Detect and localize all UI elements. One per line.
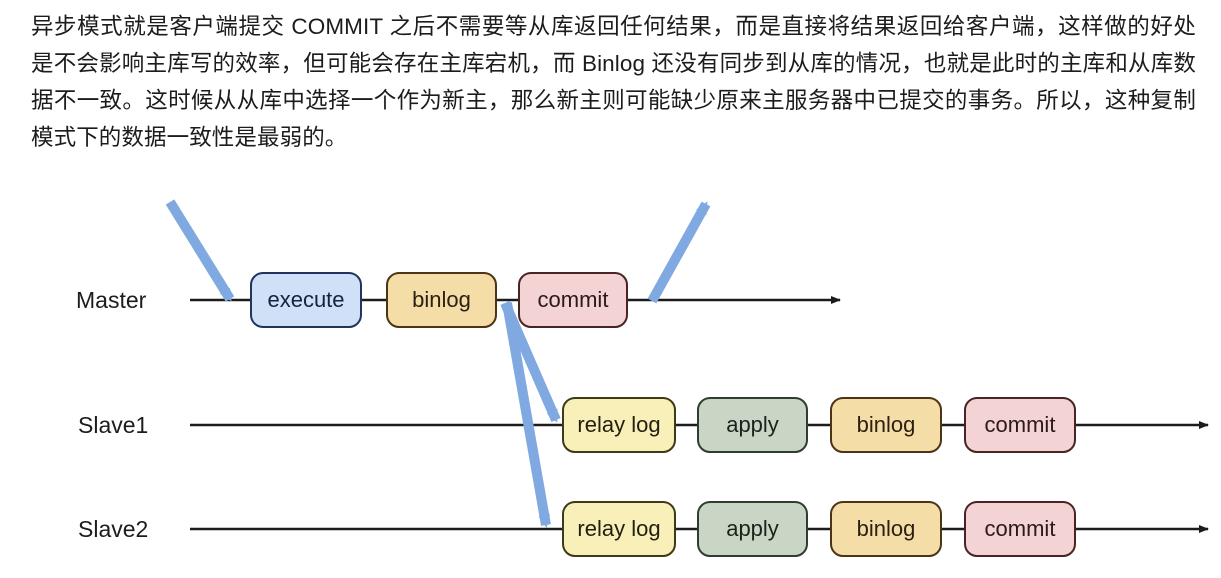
slave1-node-relay-log[interactable]: relay log [562, 397, 676, 453]
replication-timeline-diagram: Master Slave1 Slave2 execute binlog comm… [0, 170, 1221, 578]
annotation-arrows [165, 199, 711, 528]
master-node-execute[interactable]: execute [250, 272, 362, 328]
slave2-node-relay-log[interactable]: relay log [562, 501, 676, 557]
row-label-slave1: Slave1 [78, 412, 149, 438]
incoming-commit-arrow [165, 199, 235, 302]
slave1-node-apply[interactable]: apply [697, 397, 808, 453]
master-node-commit[interactable]: commit [518, 272, 628, 328]
master-node-binlog[interactable]: binlog [386, 272, 497, 328]
intro-paragraph: 异步模式就是客户端提交 COMMIT 之后不需要等从库返回任何结果，而是直接将结… [31, 14, 1196, 150]
outgoing-result-arrow [647, 201, 711, 304]
slave1-node-binlog[interactable]: binlog [830, 397, 942, 453]
slave2-node-commit[interactable]: commit [964, 501, 1076, 557]
row-label-master: Master [76, 287, 147, 313]
slave1-node-commit[interactable]: commit [964, 397, 1076, 453]
slave2-node-apply[interactable]: apply [697, 501, 808, 557]
row-label-slave2: Slave2 [78, 516, 149, 542]
slave2-node-binlog[interactable]: binlog [830, 501, 942, 557]
binlog-to-slave2-arrow [502, 302, 551, 528]
